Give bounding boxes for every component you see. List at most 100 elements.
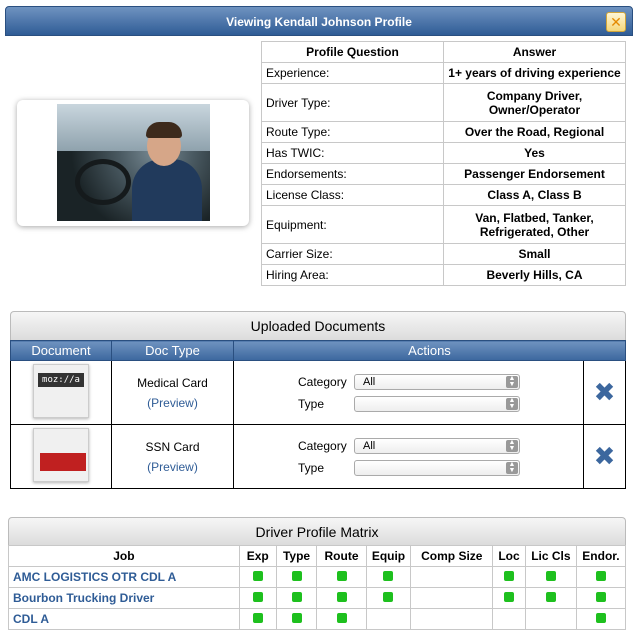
table-row: Driver Type: Company Driver, Owner/Operat…	[261, 83, 626, 122]
answer: Passenger Endorsement	[443, 163, 626, 185]
matrix-cell	[238, 587, 277, 609]
document-thumbnail[interactable]	[33, 428, 89, 482]
type-label: Type	[298, 460, 325, 475]
doc-type-cell: SSN Card (Preview)	[111, 424, 234, 489]
match-check-icon	[291, 592, 302, 602]
matrix-cell	[410, 587, 494, 609]
table-row: Route Type: Over the Road, Regional	[261, 121, 626, 143]
category-select[interactable]: All ▲ ▼	[354, 437, 520, 454]
driver-profile-matrix-panel: Driver Profile Matrix Job Exp Type Route Equ…	[8, 517, 627, 630]
delete-icon[interactable]: ✖	[594, 377, 616, 407]
photo-hair	[146, 122, 182, 138]
answer: 1+ years of driving experience	[443, 62, 626, 84]
uploaded-documents-title: Uploaded Documents	[10, 311, 626, 340]
document-thumbnail-cell	[10, 424, 112, 489]
category-label: Category	[298, 374, 347, 389]
job-link[interactable]: CDL A	[8, 608, 240, 630]
matrix-cell	[492, 587, 526, 609]
type-row: Type ▲ ▼	[298, 393, 583, 415]
question: Endorsements:	[261, 163, 444, 185]
matrix-cell	[524, 587, 577, 609]
table-row: Carrier Size: Small	[261, 243, 626, 265]
table-row: Has TWIC: Yes	[261, 142, 626, 164]
select-arrows-icon: ▲ ▼	[506, 375, 518, 388]
table-row: CDL A	[8, 608, 627, 630]
match-check-icon	[291, 613, 302, 623]
table-row: Experience: 1+ years of driving experienc…	[261, 62, 626, 84]
category-value: All	[363, 375, 376, 388]
delete-icon[interactable]: ✖	[594, 441, 616, 471]
type-label: Type	[298, 396, 325, 411]
answer: Yes	[443, 142, 626, 164]
question: Equipment:	[261, 205, 444, 244]
matrix-header-7: Lic Cls	[524, 545, 577, 567]
close-icon[interactable]: ✕	[606, 12, 626, 32]
document-thumbnail[interactable]: moz://a	[33, 364, 89, 418]
answer: Class A, Class B	[443, 184, 626, 206]
preview-link[interactable]: (Preview)	[112, 396, 233, 410]
actions-cell: Category All ▲ ▼ Type ▲ ▼	[233, 360, 584, 425]
matrix-header-1: Exp	[238, 545, 277, 567]
matrix-cell	[238, 608, 277, 630]
question: Route Type:	[261, 121, 444, 143]
matrix-cell	[575, 608, 627, 630]
matrix-header-4: Equip	[365, 545, 412, 567]
matrix-cell	[238, 566, 277, 588]
match-check-icon	[383, 571, 394, 581]
matrix-cell	[316, 587, 367, 609]
matrix-cell	[575, 587, 627, 609]
documents-table: Document Doc Type Actions moz://a Medica…	[10, 340, 626, 489]
match-check-icon	[504, 592, 515, 602]
document-header: Document	[10, 340, 112, 361]
doc-type-cell: Medical Card (Preview)	[111, 360, 234, 425]
photo-window	[57, 104, 210, 151]
matrix-cell	[492, 608, 526, 630]
table-row: SSN Card (Preview) Category All ▲ ▼ Type ▲…	[10, 424, 626, 489]
match-check-icon	[252, 613, 263, 623]
match-check-icon	[595, 571, 606, 581]
matrix-header-5: Comp Size	[410, 545, 494, 567]
category-select[interactable]: All ▲ ▼	[354, 373, 520, 390]
matrix-cell	[275, 587, 318, 609]
match-check-icon	[595, 592, 606, 602]
matrix-cell	[275, 566, 318, 588]
matrix-header-0: Job	[8, 545, 240, 567]
match-check-icon	[595, 613, 606, 623]
question: License Class:	[261, 184, 444, 206]
matrix-cell	[524, 608, 577, 630]
question: Experience:	[261, 62, 444, 84]
matrix-cell	[365, 587, 412, 609]
job-link[interactable]: AMC LOGISTICS OTR CDL A	[8, 566, 240, 588]
profile-photo	[57, 104, 210, 221]
match-check-icon	[383, 592, 394, 602]
category-row: Category All ▲ ▼	[298, 435, 583, 457]
answer: Van, Flatbed, Tanker, Refrigerated, Othe…	[443, 205, 626, 244]
matrix-cell	[575, 566, 627, 588]
answer: Small	[443, 243, 626, 265]
matrix-cell	[524, 566, 577, 588]
photo-steering-wheel	[75, 159, 131, 205]
match-check-icon	[336, 613, 347, 623]
matrix-header-8: Endor.	[575, 545, 627, 567]
type-select[interactable]: ▲ ▼	[354, 459, 520, 476]
matrix-cell	[365, 608, 412, 630]
match-check-icon	[252, 592, 263, 602]
dialog-title: Viewing Kendall Johnson Profile	[226, 15, 412, 29]
type-select[interactable]: ▲ ▼	[354, 395, 520, 412]
answer: Company Driver, Owner/Operator	[443, 83, 626, 122]
matrix-header-6: Loc	[492, 545, 526, 567]
dialog-titlebar: Viewing Kendall Johnson Profile ✕	[5, 6, 633, 36]
preview-link[interactable]: (Preview)	[112, 460, 233, 474]
matrix-cell	[316, 608, 367, 630]
answer: Beverly Hills, CA	[443, 264, 626, 286]
matrix-header-2: Type	[275, 545, 318, 567]
match-check-icon	[336, 592, 347, 602]
photo-shirt	[132, 159, 202, 221]
delete-cell: ✖	[583, 424, 626, 489]
table-row: Equipment: Van, Flatbed, Tanker, Refriger…	[261, 205, 626, 244]
matrix-cell	[410, 566, 494, 588]
matrix-cell	[316, 566, 367, 588]
actions-header: Actions	[233, 340, 626, 361]
job-link[interactable]: Bourbon Trucking Driver	[8, 587, 240, 609]
doc-type-header: Doc Type	[111, 340, 234, 361]
